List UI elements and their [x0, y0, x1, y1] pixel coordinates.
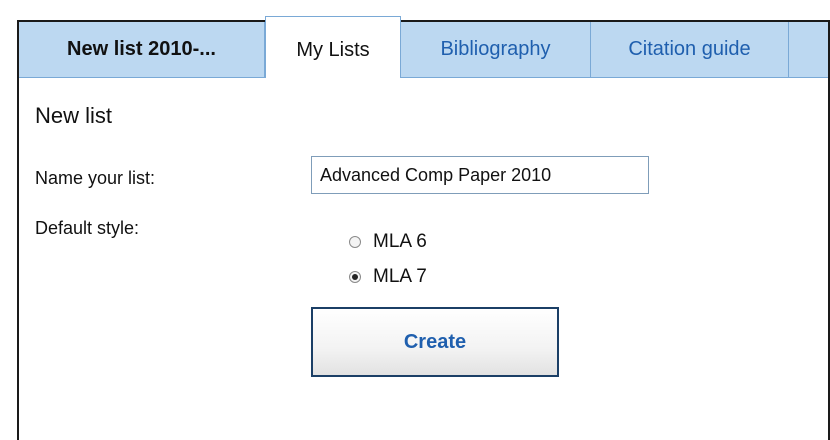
- radio-mla-7[interactable]: MLA 7: [349, 264, 427, 290]
- tab-citation-guide[interactable]: Citation guide: [591, 22, 789, 77]
- name-label: Name your list:: [35, 168, 156, 188]
- radio-unchecked-icon[interactable]: [349, 236, 361, 248]
- radio-mla-6[interactable]: MLA 6: [349, 229, 427, 255]
- radio-label-mla-7: MLA 7: [373, 266, 427, 287]
- tab-bibliography[interactable]: Bibliography: [401, 22, 591, 77]
- style-label: Default style:: [35, 218, 140, 238]
- form-heading: New list: [35, 103, 113, 128]
- tab-bar: New list 2010-... My Lists Bibliography …: [19, 16, 828, 78]
- app-frame: New list 2010-... My Lists Bibliography …: [0, 0, 830, 440]
- radio-label-mla-6: MLA 6: [373, 231, 427, 252]
- create-button[interactable]: Create: [311, 307, 559, 377]
- list-name-input[interactable]: [311, 156, 649, 194]
- tab-current-list[interactable]: New list 2010-...: [19, 22, 265, 77]
- tab-my-lists[interactable]: My Lists: [265, 16, 401, 78]
- radio-checked-icon[interactable]: [349, 271, 361, 283]
- new-list-form: New list Name your list: Default style: …: [19, 78, 828, 440]
